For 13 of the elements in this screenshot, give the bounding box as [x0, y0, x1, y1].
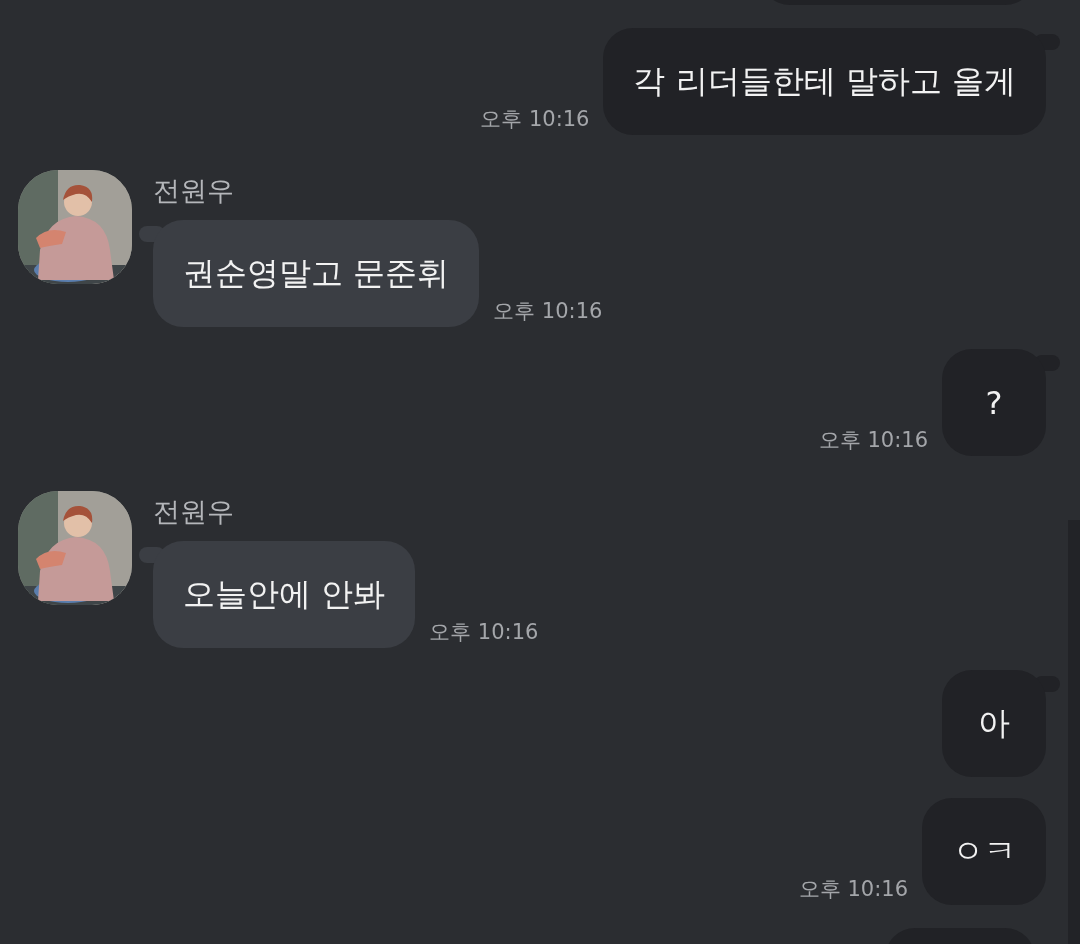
message-time: 오후 10:16	[493, 298, 603, 325]
message-bubble: ㅇㅋ	[922, 798, 1046, 905]
message-bubble: 권순영말고 문준휘	[153, 220, 480, 327]
sender-name: 전원우	[153, 176, 235, 206]
sender-name: 전원우	[153, 497, 235, 527]
message-bubble: 오늘안에 안봐	[153, 541, 416, 648]
message-time: 오후 10:16	[818, 427, 928, 454]
message-bubble: 각 리더들한테 말하고 올게	[603, 28, 1046, 135]
message-time: 오후 10:16	[480, 106, 590, 133]
message-bubble: 아	[942, 670, 1046, 777]
message-time: 오후 10:16	[798, 876, 908, 903]
message-time: 오후 10:16	[429, 619, 539, 646]
message-bubble: ?	[942, 349, 1046, 456]
